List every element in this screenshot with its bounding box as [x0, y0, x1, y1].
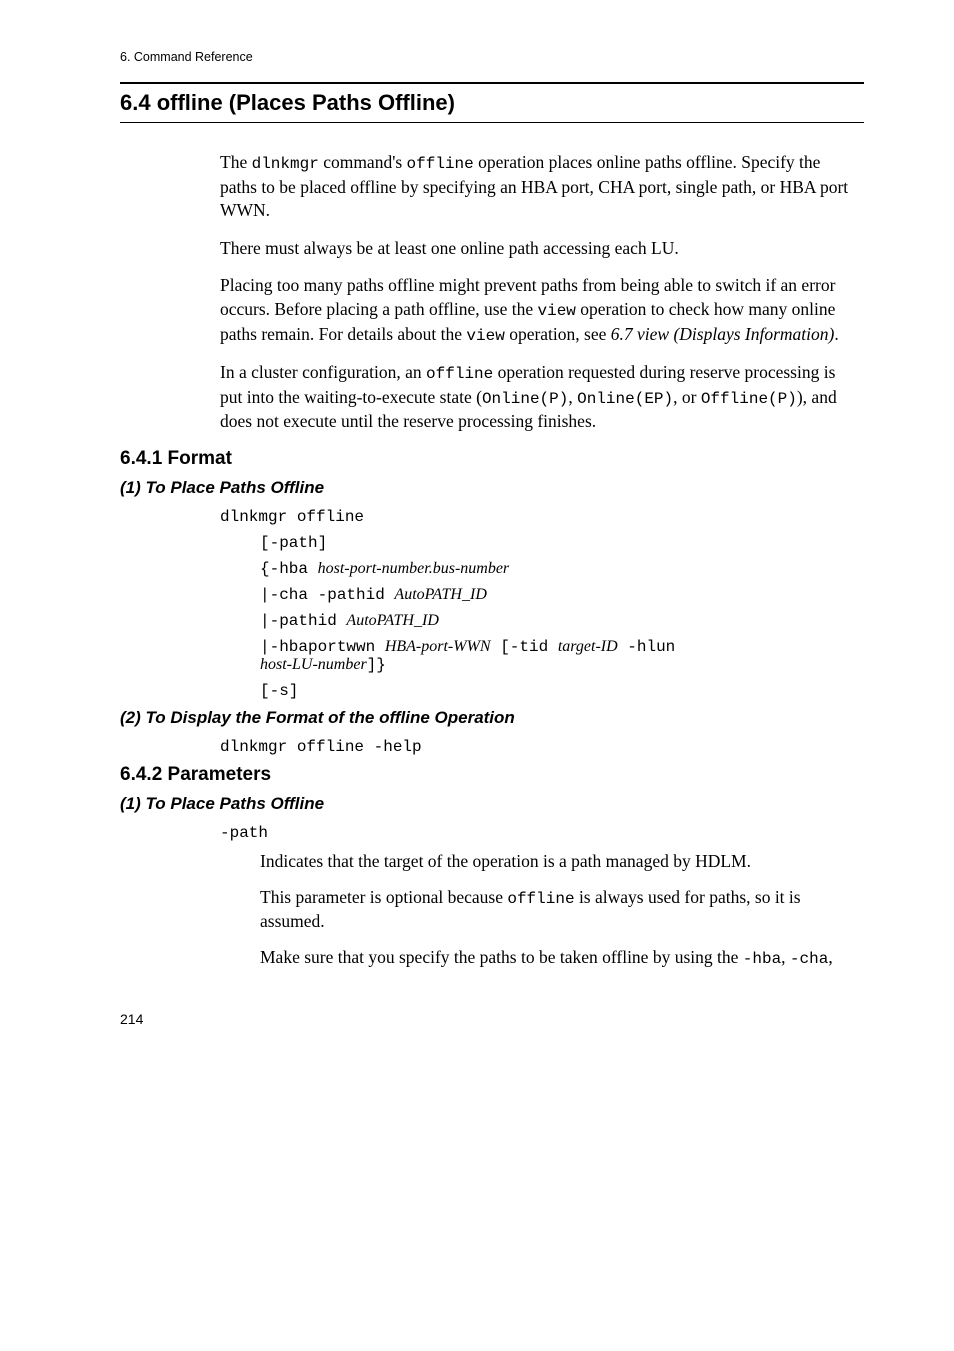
var: AutoPATH_ID — [346, 612, 438, 629]
page-number: 214 — [120, 1011, 864, 1027]
intro-para-2: There must always be at least one online… — [220, 237, 854, 261]
xref: 6.7 view (Displays Information) — [611, 324, 835, 344]
code: [-s] — [260, 682, 298, 700]
code-dlnkmgr: dlnkmgr — [252, 155, 319, 173]
text: command's — [319, 152, 407, 172]
code-offline: offline — [407, 155, 474, 173]
breadcrumb: 6. Command Reference — [120, 50, 864, 64]
code-view: view — [537, 302, 575, 320]
code: [-path] — [260, 534, 327, 552]
param-path-desc-3: Make sure that you specify the paths to … — [260, 946, 864, 971]
code-offline: offline — [426, 365, 493, 383]
code: ]} — [367, 656, 386, 674]
text: , — [828, 947, 832, 967]
text: , — [568, 387, 577, 407]
cmd-arg-pathid: |-pathid AutoPATH_ID — [260, 612, 864, 630]
text: This parameter is optional because — [260, 887, 507, 907]
text: , or — [673, 387, 701, 407]
cmd-arg-path: [-path] — [260, 534, 864, 552]
code: |-hbaportwwn — [260, 638, 385, 656]
var: target-ID — [558, 638, 618, 655]
code-hba: -hba — [743, 950, 781, 968]
code-cha: -cha — [790, 950, 828, 968]
subsection-parameters: 6.4.2 Parameters — [120, 764, 864, 786]
subsub-params-place-offline: (1) To Place Paths Offline — [120, 794, 864, 814]
code-view: view — [466, 327, 504, 345]
var: host-port-number.bus-number — [318, 560, 510, 577]
code: |-pathid — [260, 612, 346, 630]
intro-para-3: Placing too many paths offline might pre… — [220, 274, 854, 347]
code-state: Offline(P) — [701, 390, 797, 408]
cmd-arg-hbaportwwn: |-hbaportwwn HBA-port-WWN [-tid target-I… — [260, 638, 864, 674]
subsection-format: 6.4.1 Format — [120, 448, 864, 470]
text: , — [781, 947, 790, 967]
var: host-LU-number — [260, 656, 367, 673]
text: Make sure that you specify the paths to … — [260, 947, 743, 967]
code-state: Online(EP) — [577, 390, 673, 408]
code: |-cha -pathid — [260, 586, 394, 604]
param-path-term: -path — [220, 824, 864, 842]
param-path-desc-2: This parameter is optional because offli… — [260, 886, 864, 934]
code: {-hba — [260, 560, 318, 578]
var: HBA-port-WWN — [385, 638, 491, 655]
code: -hlun — [618, 638, 676, 656]
intro-para-1: The dlnkmgr command's offline operation … — [220, 151, 854, 223]
code-state: Online(P) — [482, 390, 568, 408]
cmd-arg-s: [-s] — [260, 682, 864, 700]
subsub-place-offline: (1) To Place Paths Offline — [120, 478, 864, 498]
param-path-desc-1: Indicates that the target of the operati… — [260, 850, 864, 874]
text: The — [220, 152, 252, 172]
var: AutoPATH_ID — [394, 586, 486, 603]
cmd-arg-hba: {-hba host-port-number.bus-number — [260, 560, 864, 578]
cmd-line: dlnkmgr offline — [220, 508, 864, 526]
text: . — [834, 324, 838, 344]
section-heading: 6.4 offline (Places Paths Offline) — [120, 82, 864, 123]
text: In a cluster configuration, an — [220, 362, 426, 382]
code: [-tid — [491, 638, 558, 656]
subsub-display-format: (2) To Display the Format of the offline… — [120, 708, 864, 728]
cmd-arg-cha: |-cha -pathid AutoPATH_ID — [260, 586, 864, 604]
code-offline: offline — [507, 890, 574, 908]
intro-para-4: In a cluster configuration, an offline o… — [220, 361, 854, 434]
cmd-line-help: dlnkmgr offline -help — [220, 738, 864, 756]
text: operation, see — [505, 324, 611, 344]
